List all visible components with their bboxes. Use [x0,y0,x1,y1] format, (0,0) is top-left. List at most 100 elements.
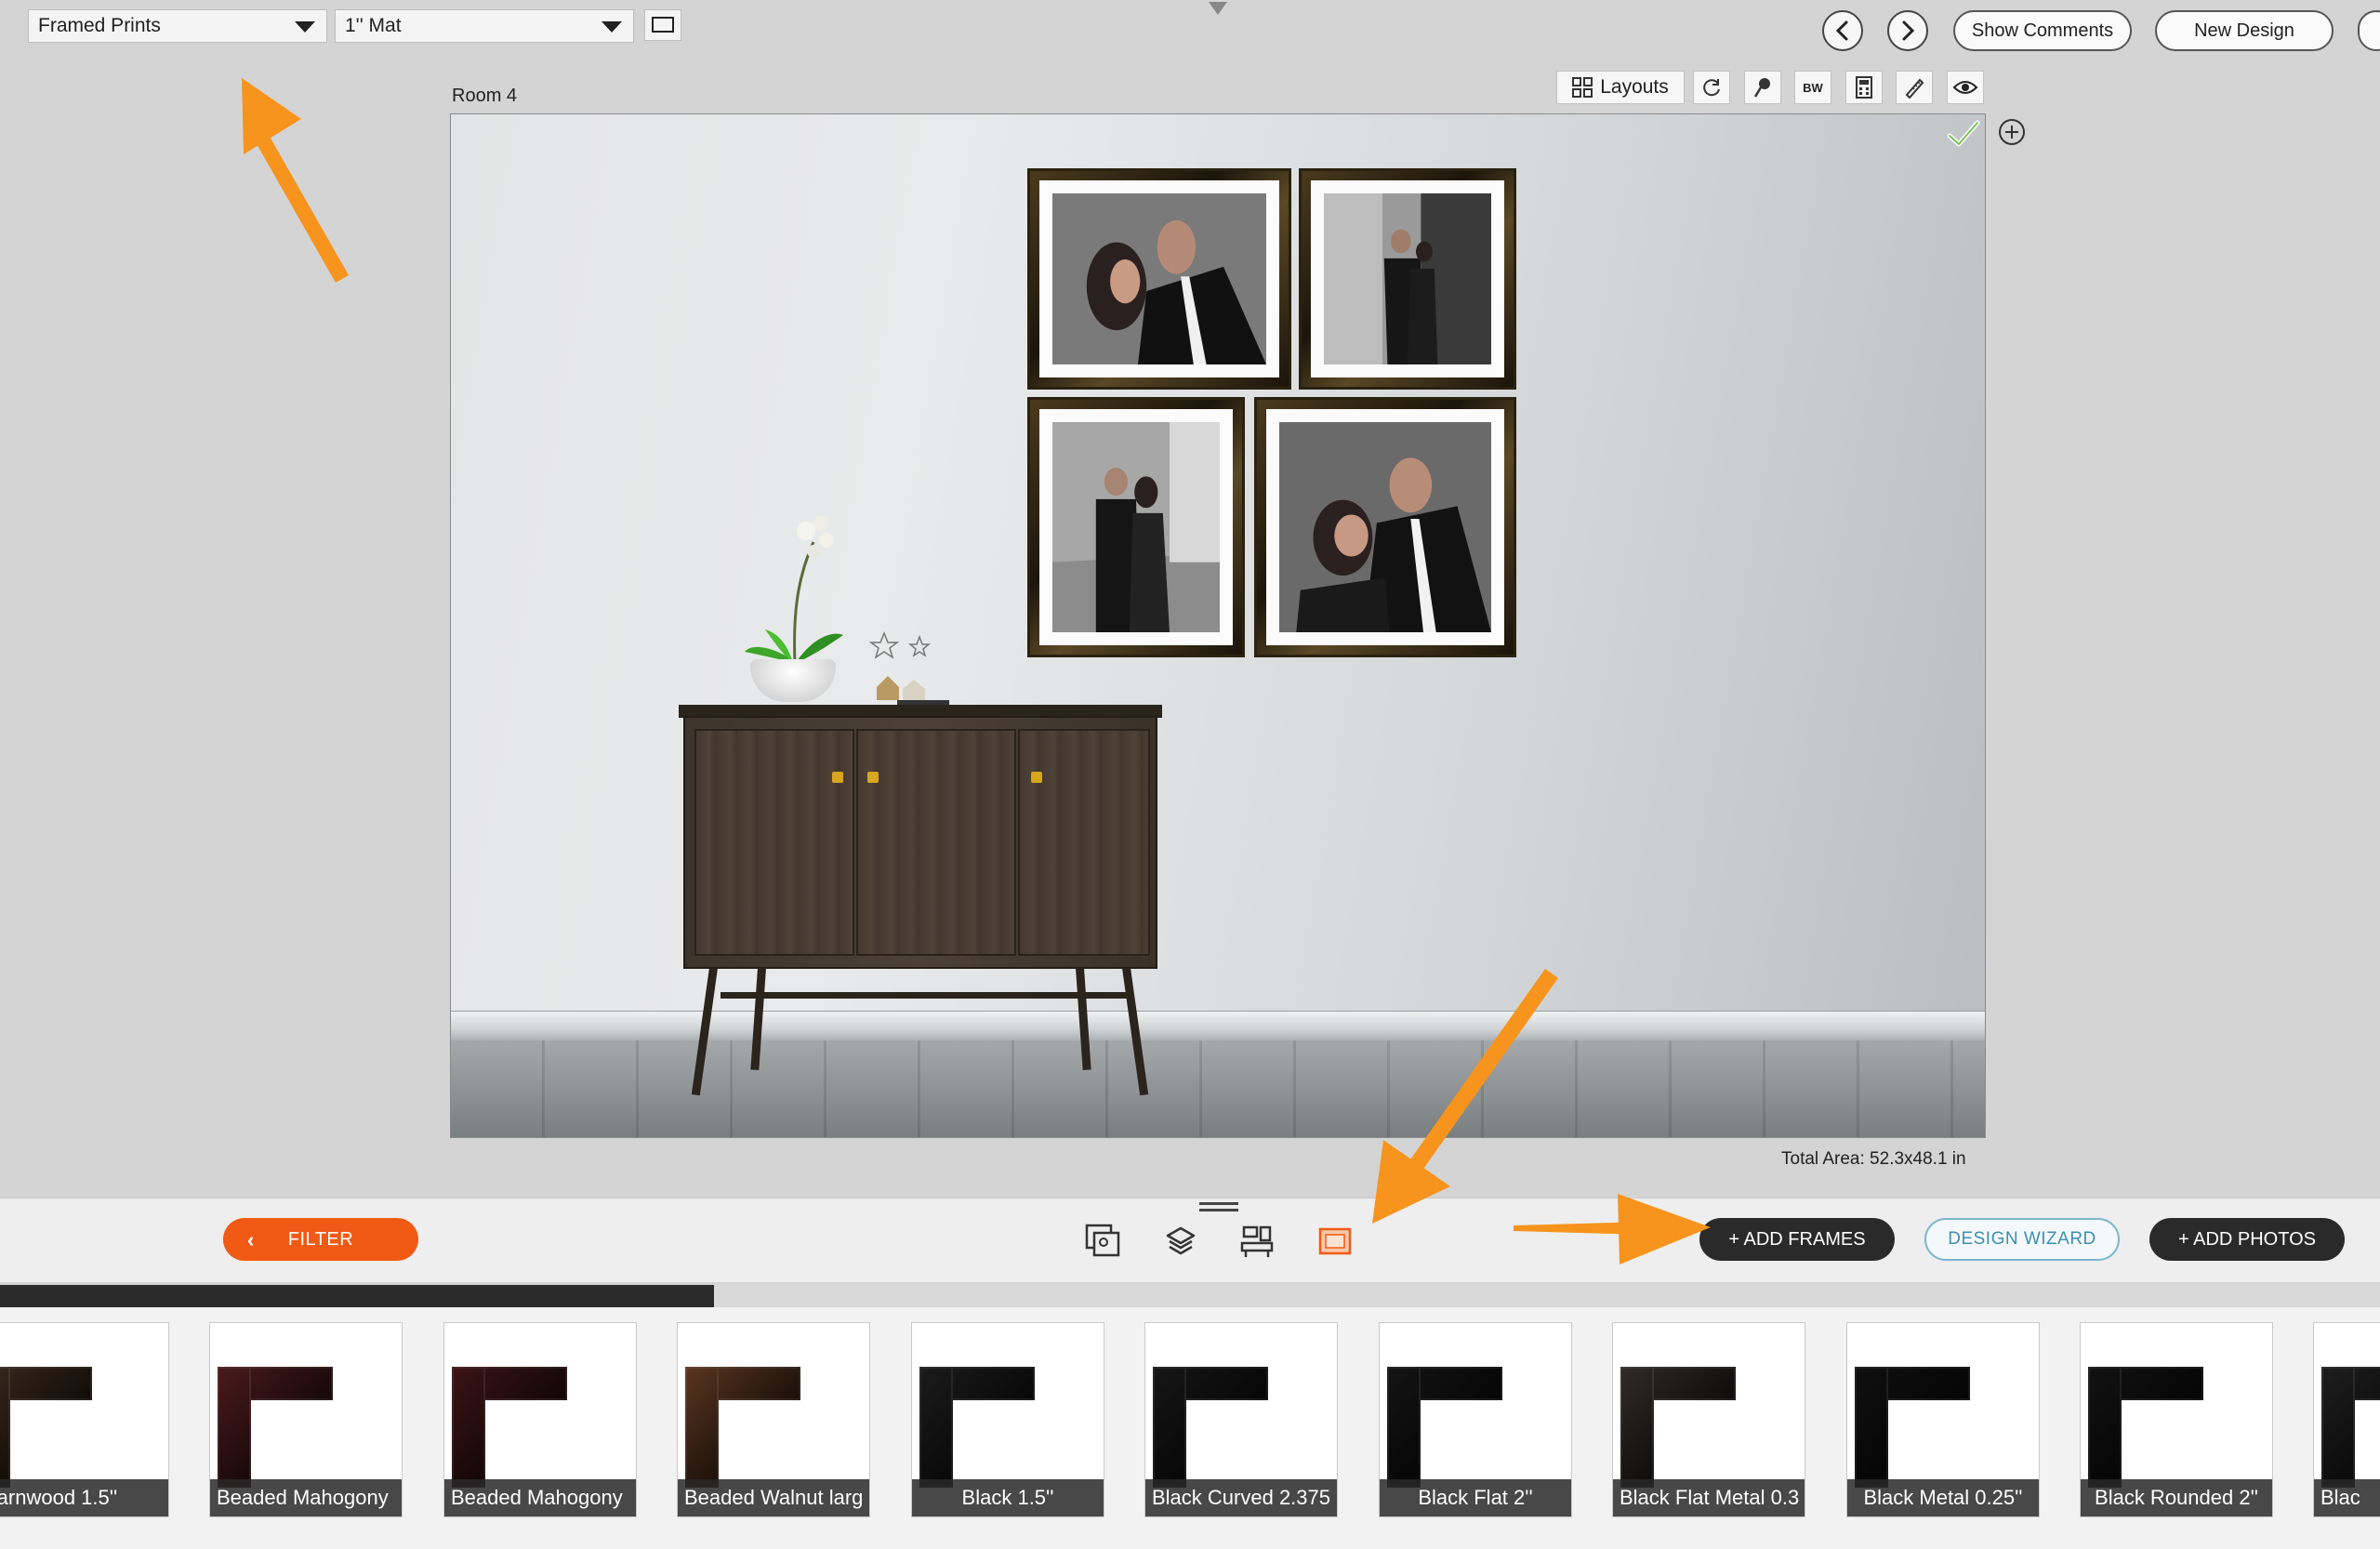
calculator-button[interactable] [1845,71,1883,104]
frame-style-tile[interactable]: Black Rounded 2'' [2080,1322,2273,1517]
chevron-left-icon [1835,20,1848,41]
frames-view-icon[interactable] [1316,1223,1354,1260]
layouts-label: Layouts [1600,76,1669,98]
refresh-icon [1703,79,1720,97]
mat-select[interactable]: 1'' Mat [335,9,634,43]
frame-style-label: Beaded Mahogony [444,1479,636,1516]
frame-style-tile[interactable]: Beaded Mahogony [209,1322,403,1517]
cabinet-stretcher [721,992,1130,999]
frame-style-tile[interactable]: Black Flat Metal 0.3 [1612,1322,1805,1517]
layers-icon[interactable] [1162,1223,1199,1260]
previous-button[interactable] [1822,10,1863,51]
frame-style-tile[interactable]: Beaded Walnut larg [677,1322,870,1517]
next-button[interactable] [1887,10,1928,51]
wall-frame-2[interactable] [1299,168,1516,390]
chevron-down-icon [295,21,315,33]
frame-corner-swatch [2088,1367,2203,1488]
baseboard [451,1011,1985,1041]
chevron-right-icon [1902,20,1915,41]
orientation-button[interactable] [644,9,681,41]
photos-view-icon[interactable] [1084,1223,1121,1260]
calculator-icon [1856,76,1872,99]
frame-corner-swatch [218,1367,333,1488]
product-type-select[interactable]: Framed Prints [28,9,327,43]
overflow-button[interactable] [2358,10,2380,51]
scrollbar-thumb[interactable] [0,1285,714,1307]
filter-label: FILTER [287,1228,354,1250]
wall-frame-3[interactable] [1027,397,1245,657]
checkmark-icon[interactable] [1946,119,1981,149]
white-pot [750,659,836,702]
frame-corner-swatch [2321,1367,2380,1488]
orchid-plant [745,516,843,664]
frame-style-label: Black Flat Metal 0.3 [1613,1479,1805,1516]
preview-button[interactable] [1947,71,1984,104]
frame-style-tile[interactable]: Beaded Mahogony [443,1322,637,1517]
frame-corner-swatch [0,1367,92,1488]
product-type-value: Framed Prints [38,15,161,36]
couple-photo [1279,422,1491,632]
frame-corner-swatch [1153,1367,1268,1488]
couple-photo [1324,193,1491,364]
grid-icon [1572,77,1593,98]
frame-corner-swatch [1620,1367,1736,1488]
wall-frame-4[interactable] [1254,397,1516,657]
frame-style-label: Blac [2314,1479,2380,1516]
add-photos-button[interactable]: + ADD PHOTOS [2149,1218,2345,1261]
add-frames-label: + ADD FRAMES [1728,1228,1866,1250]
drag-handle-icon[interactable] [1199,1202,1238,1211]
room-name: Room 4 [452,86,518,106]
couple-photo [1052,193,1266,364]
frame-style-label: Beaded Mahogony [210,1479,402,1516]
measure-button[interactable] [1896,71,1933,104]
frame-style-label: Black Metal 0.25'' [1847,1479,2039,1516]
show-comments-button[interactable]: Show Comments [1953,10,2132,51]
add-photos-label: + ADD PHOTOS [2177,1228,2316,1250]
frame-style-tile[interactable]: Black 1.5'' [911,1322,1104,1517]
add-frames-button[interactable]: + ADD FRAMES [1699,1218,1895,1261]
frame-style-label: Beaded Walnut larg [678,1479,869,1516]
eye-icon [1952,81,1978,94]
frame-style-tile[interactable]: Black Curved 2.375 [1144,1322,1338,1517]
frame-style-tile[interactable]: Black Flat 2'' [1379,1322,1572,1517]
frame-style-tile[interactable]: Barnwood 1.5'' [0,1322,169,1517]
frame-style-label: Black Flat 2'' [1380,1479,1571,1516]
room-canvas[interactable] [450,113,1986,1138]
frame-corner-swatch [919,1367,1035,1488]
design-wizard-label: DESIGN WIZARD [1948,1229,2096,1249]
new-design-label: New Design [2194,20,2294,41]
frame-style-label: Black 1.5'' [912,1479,1104,1516]
bw-label: BW [1803,80,1823,95]
frame-corner-swatch [685,1367,800,1488]
decor-figurines [869,631,949,706]
design-wizard-button[interactable]: DESIGN WIZARD [1924,1218,2120,1261]
collapse-toolbar-icon[interactable] [1209,2,1227,15]
pin-button[interactable] [1744,71,1781,104]
frame-corner-swatch [452,1367,567,1488]
frame-style-tile[interactable]: Blac [2313,1322,2380,1517]
couple-photo [1052,422,1220,632]
total-area: Total Area: 52.3x48.1 in [1781,1149,1966,1169]
wall-frame-1[interactable] [1027,168,1291,390]
mat-value: 1'' Mat [345,15,402,36]
frame-corner-swatch [1855,1367,1970,1488]
room-view-icon[interactable] [1238,1223,1276,1260]
chevron-left-icon: ‹ [247,1228,255,1251]
layouts-button[interactable]: Layouts [1556,71,1685,104]
new-design-button[interactable]: New Design [2155,10,2334,51]
chevron-down-icon [602,21,622,33]
show-comments-label: Show Comments [1971,20,2114,41]
frame-style-label: Black Rounded 2'' [2081,1479,2272,1516]
black-white-button[interactable]: BW [1794,71,1831,104]
frame-style-tile[interactable]: Black Metal 0.25'' [1846,1322,2040,1517]
frame-style-label: Barnwood 1.5'' [0,1479,168,1516]
rotate-button[interactable] [1693,71,1730,104]
frame-corner-swatch [1387,1367,1502,1488]
pin-icon [1753,78,1770,98]
frame-style-label: Black Curved 2.375 [1145,1479,1337,1516]
wood-floor [451,1040,1985,1137]
rectangle-icon [652,17,674,33]
filter-button[interactable]: ‹ FILTER [223,1218,418,1261]
zoom-in-icon[interactable] [1999,119,2025,145]
sideboard-cabinet [683,716,1157,969]
